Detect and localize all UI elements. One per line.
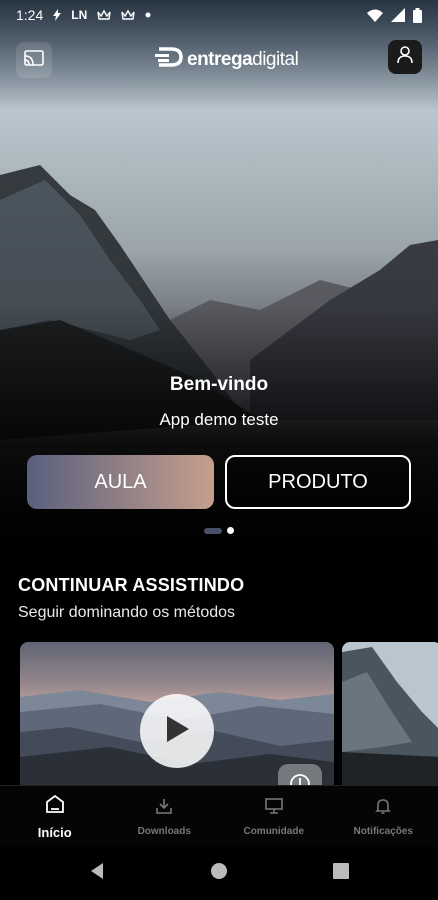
monitor-icon <box>264 797 284 820</box>
status-notification-text: LN <box>71 8 88 22</box>
aula-button[interactable]: AULA <box>27 455 214 509</box>
bell-icon <box>374 797 392 820</box>
cast-icon <box>24 49 44 71</box>
nav-label: Notificações <box>353 825 413 837</box>
section-subtitle: Seguir dominando os métodos <box>18 604 236 621</box>
back-icon[interactable] <box>89 862 105 885</box>
status-time: 1:24 <box>16 7 44 23</box>
bolt-icon <box>53 9 62 21</box>
brand-name-bold: entrega <box>187 49 253 70</box>
battery-icon <box>413 7 422 23</box>
recents-icon[interactable] <box>333 863 349 884</box>
user-icon <box>397 45 413 69</box>
home-icon <box>45 794 65 819</box>
welcome-title: Bem-vindo <box>169 374 269 395</box>
crown-icon <box>97 9 111 21</box>
video-card[interactable] <box>20 642 334 792</box>
brand-logo: entrega digital <box>155 47 299 73</box>
play-button[interactable] <box>140 694 214 768</box>
cast-button[interactable] <box>16 42 52 78</box>
section-title: CONTINUAR ASSISTINDO <box>18 575 245 595</box>
system-navigation-bar <box>0 847 438 900</box>
crown-icon <box>121 9 135 21</box>
nav-label: Comunidade <box>243 825 305 837</box>
video-card[interactable] <box>342 642 438 792</box>
play-icon <box>163 714 191 749</box>
produto-button[interactable]: PRODUTO <box>225 455 411 509</box>
carousel-dot[interactable] <box>227 527 234 534</box>
nav-item-comunidade[interactable]: Comunidade <box>219 786 329 847</box>
nav-label: Downloads <box>137 825 191 837</box>
profile-button[interactable] <box>388 40 422 74</box>
nav-item-inicio[interactable]: Início <box>0 786 110 847</box>
video-thumbnail <box>342 642 438 792</box>
status-bar: 1:24 LN <box>0 0 438 30</box>
carousel-dot-active[interactable] <box>204 527 222 534</box>
home-circle-icon[interactable] <box>210 862 228 885</box>
nav-item-downloads[interactable]: Downloads <box>110 786 220 847</box>
carousel-indicator <box>204 527 234 534</box>
welcome-subtitle: App demo teste <box>159 410 279 429</box>
brand-name-light: digital <box>252 49 299 70</box>
download-icon <box>155 797 173 820</box>
wifi-icon <box>367 9 383 22</box>
logo-mark-icon <box>155 47 183 73</box>
nav-item-notificacoes[interactable]: Notificações <box>329 786 438 847</box>
dot-icon <box>145 12 151 18</box>
top-app-bar: entrega digital <box>0 40 438 78</box>
nav-label: Início <box>37 824 72 840</box>
signal-icon <box>391 8 405 22</box>
bottom-navigation: Início Downloads Comunidade Notificações <box>0 785 438 847</box>
